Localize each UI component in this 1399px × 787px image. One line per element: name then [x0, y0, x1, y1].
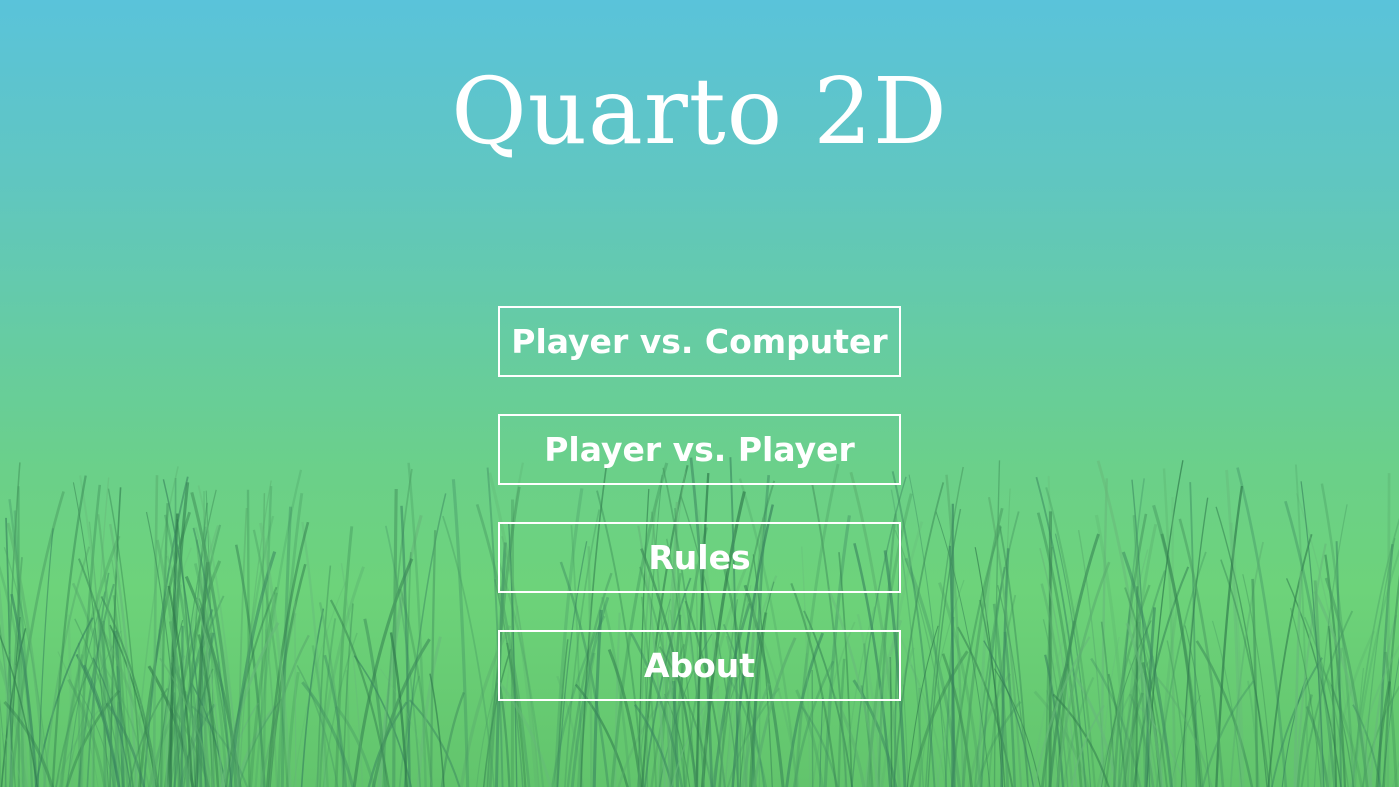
grass-blade [935, 511, 991, 787]
player-vs-player-button[interactable]: Player vs. Player [498, 414, 901, 485]
player-vs-computer-button[interactable]: Player vs. Computer [498, 306, 901, 377]
grass-blade [1171, 497, 1175, 787]
grass-blade [152, 475, 159, 787]
grass-blade [451, 479, 470, 787]
main-menu: Player vs. Computer Player vs. Player Ru… [498, 306, 901, 738]
game-background: Quarto 2D Player vs. Computer Player vs.… [0, 0, 1399, 787]
grass-blade [440, 691, 466, 787]
grass-blade [294, 600, 297, 787]
about-button[interactable]: About [498, 630, 901, 701]
grass-blade [392, 488, 398, 787]
grass-blade [92, 628, 96, 787]
rules-button[interactable]: Rules [498, 522, 901, 593]
grass-blade [1305, 705, 1330, 787]
grass-blade [1386, 473, 1391, 787]
grass-blade [237, 507, 248, 787]
game-title: Quarto 2D [451, 58, 948, 165]
grass-blade [174, 477, 177, 787]
